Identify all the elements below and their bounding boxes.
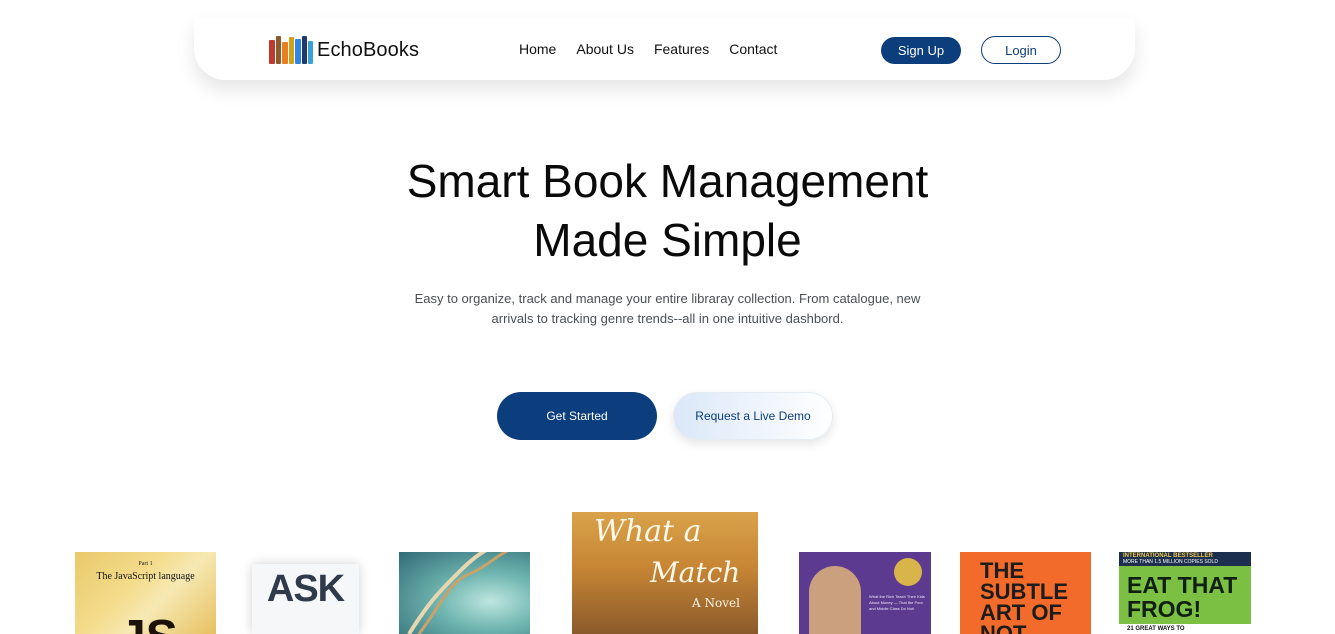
top-navbar: EchoBooks Home About Us Features Contact… (194, 18, 1135, 80)
book-cover-ask[interactable]: ASK (252, 564, 359, 634)
dna-helix-icon (407, 552, 509, 634)
signup-button[interactable]: Sign Up (881, 37, 961, 64)
book-tag: A Novel (692, 596, 740, 610)
hero-title: Smart Book Management Made Simple (300, 152, 1035, 270)
book-title: THE SUBTLE ART OF NOT (980, 558, 1068, 634)
book-big-title: JS (119, 610, 178, 634)
book-title: ASK (266, 568, 345, 610)
brand-name: EchoBooks (317, 38, 420, 61)
book-part-label: Part 1 (138, 561, 153, 567)
brand[interactable]: EchoBooks (269, 35, 419, 65)
anniversary-seal-icon (894, 558, 922, 586)
main-nav: Home About Us Features Contact (519, 41, 797, 57)
book-cover-javascript[interactable]: Part 1 The JavaScript language JS (75, 552, 216, 634)
nav-features-link[interactable]: Features (654, 41, 709, 57)
hero-subtitle: Easy to organize, track and manage your … (380, 289, 955, 329)
book-cover-rich-dad[interactable]: What the Rich Teach Their Kids About Mon… (799, 552, 931, 634)
bookshelf-logo-icon (269, 36, 313, 64)
nav-home-link[interactable]: Home (519, 41, 556, 57)
nav-about-link[interactable]: About Us (576, 41, 634, 57)
book-blurb: What the Rich Teach Their Kids About Mon… (869, 594, 925, 611)
hero-title-line-2: Made Simple (533, 214, 802, 266)
login-button[interactable]: Login (981, 36, 1061, 64)
book-subtitle: 21 GREAT WAYS TO (1127, 626, 1185, 632)
hero-title-line-1: Smart Book Management (406, 155, 929, 207)
nav-contact-link[interactable]: Contact (729, 41, 777, 57)
get-started-button[interactable]: Get Started (497, 392, 657, 440)
book-title-word-2: Match (650, 556, 741, 589)
book-title-word-1: What a (594, 514, 702, 549)
book-subtitle: The JavaScript language (96, 571, 195, 582)
book-cover-eat-that-frog[interactable]: INTERNATIONAL BESTSELLER MORE THAN 1.5 M… (1119, 552, 1251, 634)
copies-sold-label: MORE THAN 1.5 MILLION COPIES SOLD (1123, 559, 1218, 565)
book-title: EAT THAT FROG! (1127, 572, 1238, 622)
hero-subtitle-line-1: Easy to organize, track and manage your … (414, 291, 921, 306)
book-cover-what-a-match[interactable]: What a Match A Novel (572, 512, 758, 634)
request-demo-button[interactable]: Request a Live Demo (673, 392, 833, 440)
author-portrait (809, 566, 861, 634)
bestseller-band: INTERNATIONAL BESTSELLER MORE THAN 1.5 M… (1119, 552, 1251, 566)
hero-subtitle-line-2: arrivals to tracking genre trends--all i… (491, 311, 844, 326)
book-cover-subtle-art[interactable]: THE SUBTLE ART OF NOT (960, 552, 1091, 634)
book-cover-dna[interactable] (399, 552, 530, 634)
